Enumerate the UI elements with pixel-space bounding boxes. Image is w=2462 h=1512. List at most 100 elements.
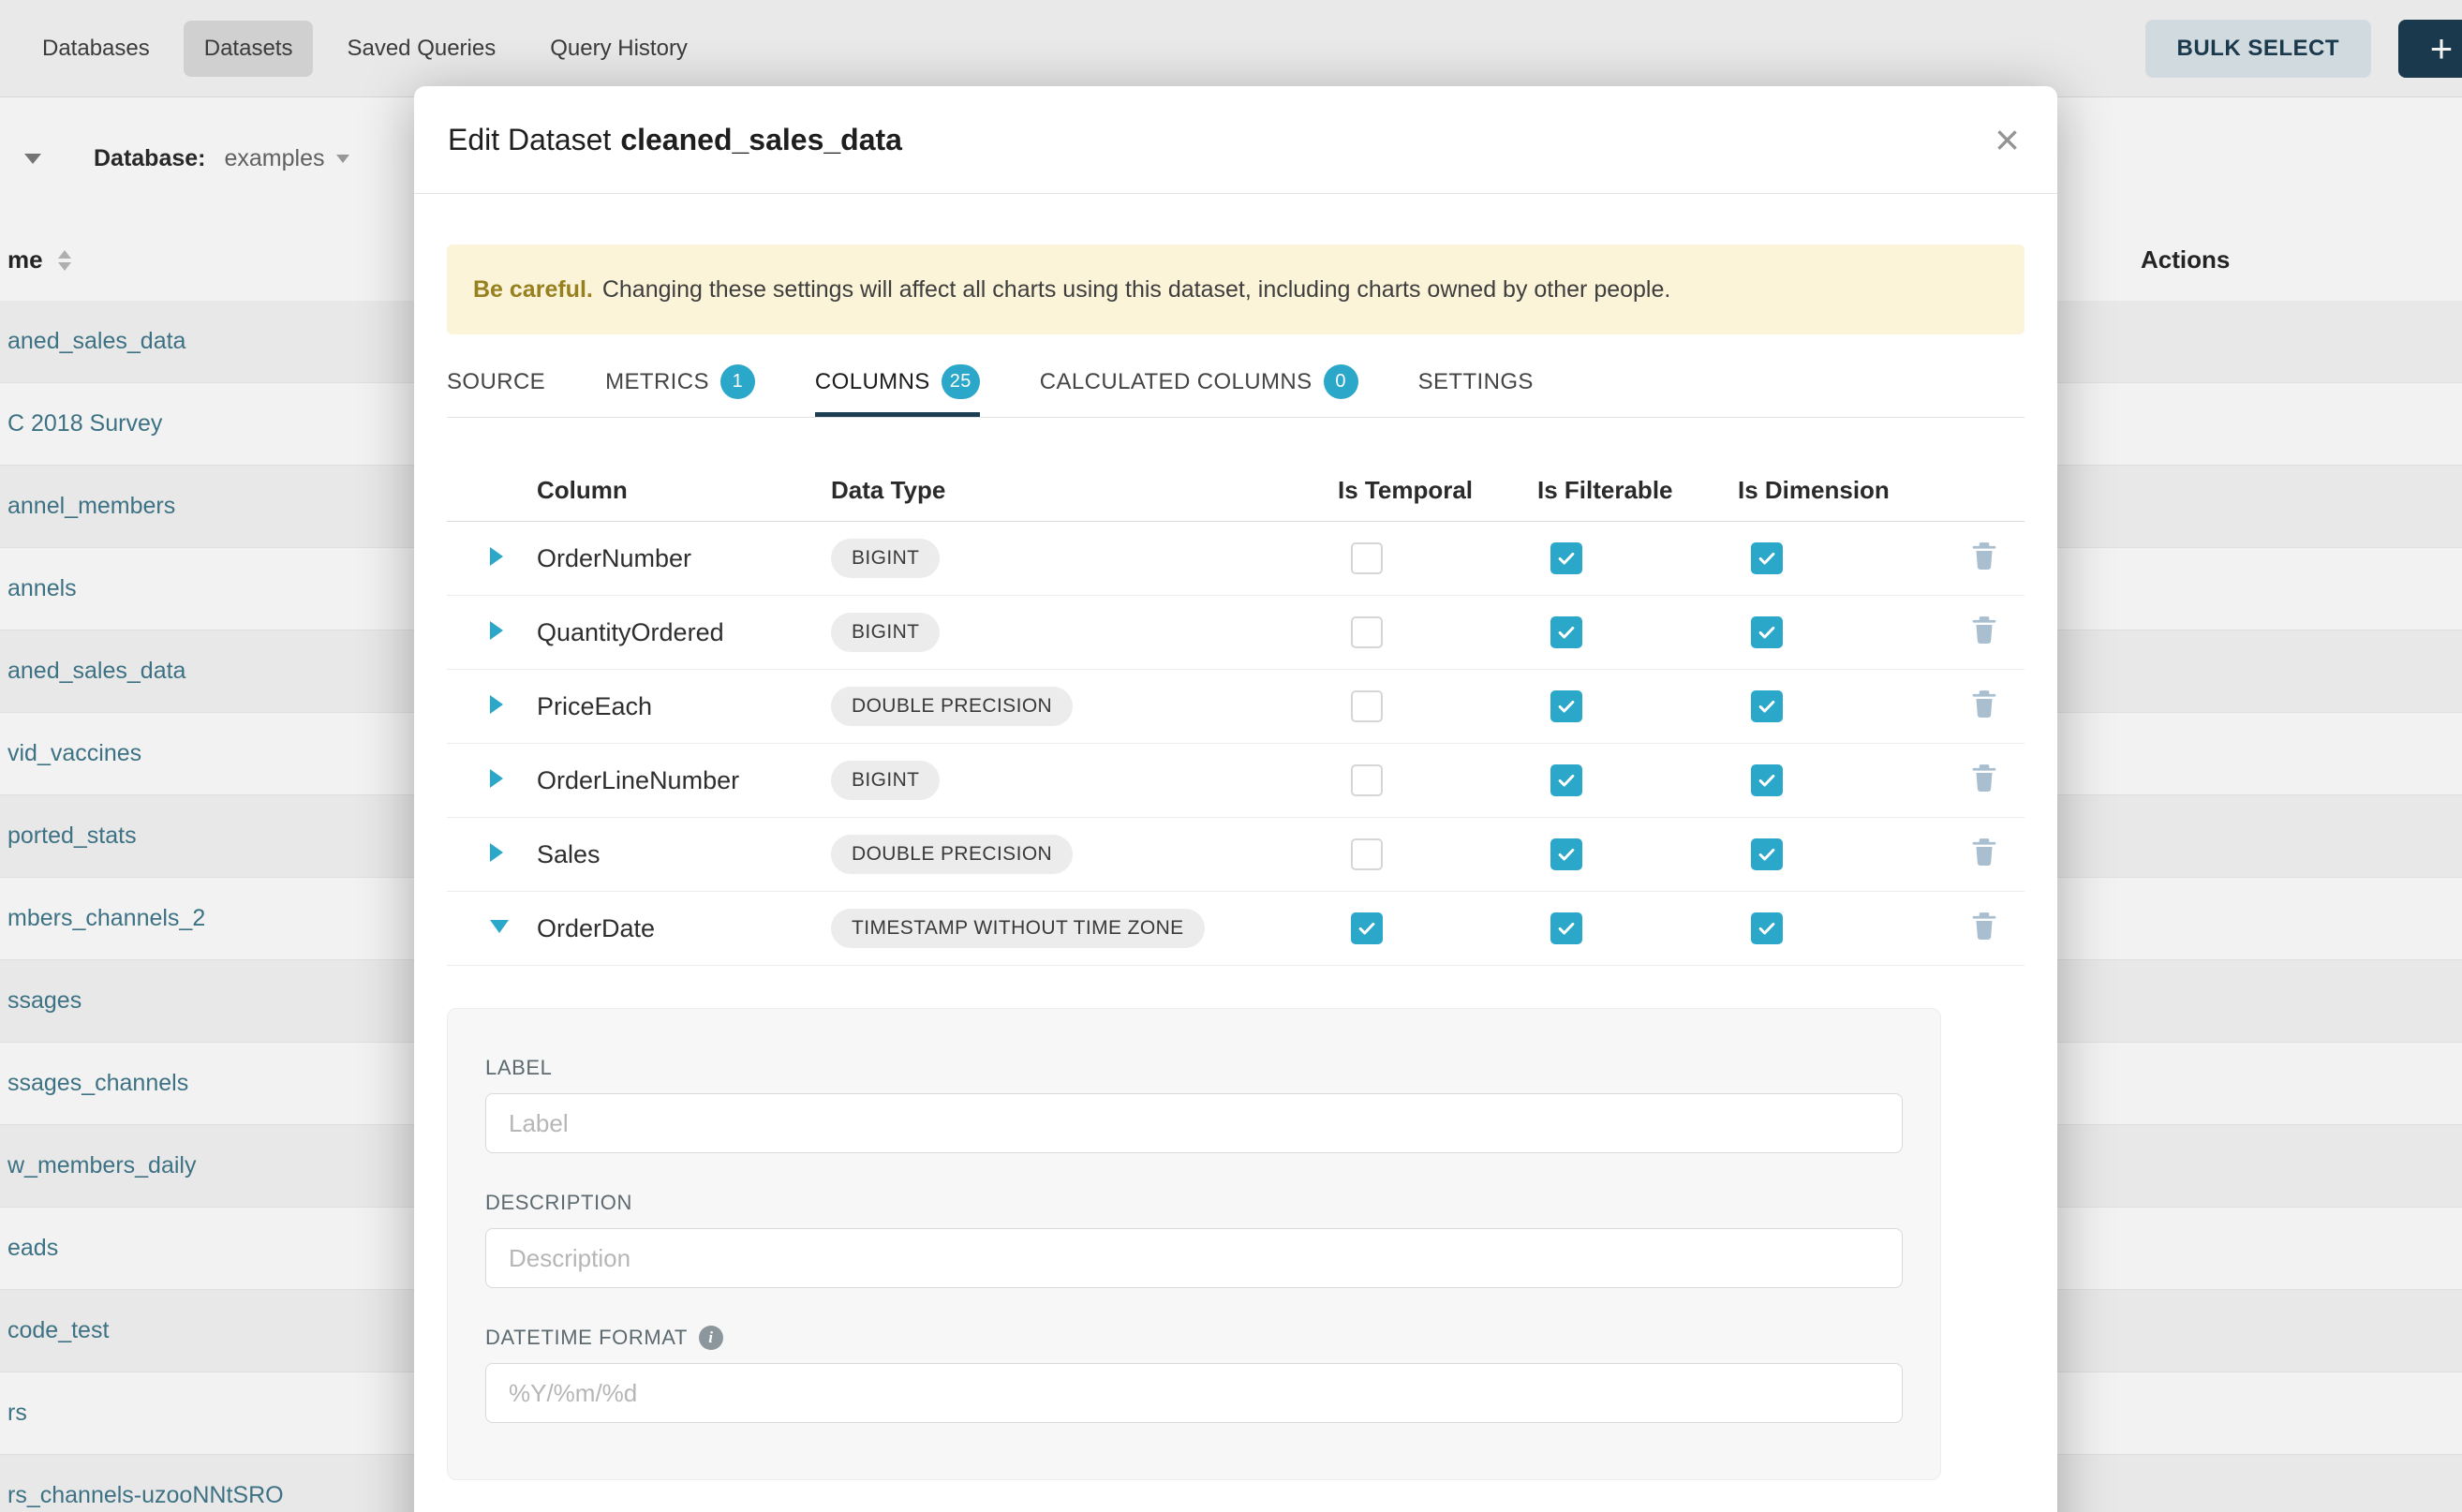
expand-caret-icon[interactable]: [490, 843, 503, 862]
checkmark-icon: [1556, 918, 1577, 939]
is-filterable-cell: [1537, 542, 1738, 574]
tab-metrics[interactable]: METRICS 1: [605, 351, 755, 417]
tab-calculated-columns[interactable]: CALCULATED COLUMNS 0: [1040, 351, 1358, 417]
column-name: Sales: [537, 840, 601, 868]
data-type-cell: BIGINT: [831, 539, 1338, 578]
tab-columns[interactable]: COLUMNS 25: [815, 351, 980, 417]
is-dimension-header: Is Dimension: [1738, 476, 1963, 505]
expand-cell: [447, 695, 537, 719]
is-dimension-cell: [1738, 912, 1963, 944]
is-filterable-checkbox[interactable]: [1550, 542, 1582, 574]
is-dimension-cell: [1738, 838, 1963, 870]
column-name-cell: PriceEach: [537, 692, 831, 721]
data-type-badge: BIGINT: [831, 613, 940, 652]
tab-settings[interactable]: SETTINGS: [1418, 351, 1534, 417]
column-name: OrderLineNumber: [537, 766, 739, 794]
is-filterable-checkbox[interactable]: [1550, 616, 1582, 648]
tab-count-badge: 1: [720, 364, 755, 399]
modal-title: Edit Datasetcleaned_sales_data: [448, 123, 902, 157]
is-filterable-header: Is Filterable: [1537, 476, 1738, 505]
data-type-cell: TIMESTAMP WITHOUT TIME ZONE: [831, 909, 1338, 948]
delete-column-button[interactable]: [1970, 615, 1998, 645]
expand-caret-icon[interactable]: [490, 695, 503, 714]
description-input[interactable]: [485, 1228, 1903, 1288]
is-dimension-checkbox[interactable]: [1751, 912, 1783, 944]
data-type-badge: DOUBLE PRECISION: [831, 687, 1073, 726]
columns-table-header: Column Data Type Is Temporal Is Filterab…: [447, 459, 2024, 522]
trash-icon: [1970, 911, 1998, 941]
is-filterable-cell: [1537, 690, 1738, 722]
delete-column-button[interactable]: [1970, 689, 1998, 719]
delete-column-button[interactable]: [1970, 837, 1998, 867]
is-filterable-checkbox[interactable]: [1550, 690, 1582, 722]
delete-column-button[interactable]: [1970, 911, 1998, 941]
column-name: OrderDate: [537, 914, 655, 942]
expand-cell: [447, 843, 537, 867]
delete-column-button[interactable]: [1970, 541, 1998, 571]
delete-column-button[interactable]: [1970, 763, 1998, 793]
datetime-format-input[interactable]: [485, 1363, 1903, 1423]
checkmark-icon: [1757, 548, 1777, 569]
is-dimension-checkbox[interactable]: [1751, 542, 1783, 574]
is-filterable-checkbox[interactable]: [1550, 838, 1582, 870]
is-filterable-checkbox[interactable]: [1550, 912, 1582, 944]
is-temporal-checkbox[interactable]: [1351, 912, 1383, 944]
is-temporal-checkbox[interactable]: [1351, 542, 1383, 574]
expand-caret-icon[interactable]: [490, 920, 509, 933]
is-dimension-checkbox[interactable]: [1751, 838, 1783, 870]
description-field-group: DESCRIPTION: [485, 1191, 1903, 1288]
warning-banner: Be careful. Changing these settings will…: [447, 245, 2024, 334]
column-header: Column: [537, 476, 831, 505]
trash-icon: [1970, 615, 1998, 645]
expand-caret-icon[interactable]: [490, 547, 503, 566]
tab-label: METRICS: [605, 369, 709, 395]
checkmark-icon: [1757, 696, 1777, 717]
modal-tabs: SOURCE METRICS 1 COLUMNS 25 CALCULATED C…: [447, 351, 2024, 418]
is-temporal-checkbox[interactable]: [1351, 616, 1383, 648]
is-dimension-cell: [1738, 542, 1963, 574]
expand-caret-icon[interactable]: [490, 621, 503, 640]
column-editor-panel: LABEL DESCRIPTION DATETIME FORMAT i: [447, 1008, 1941, 1480]
is-temporal-checkbox[interactable]: [1351, 838, 1383, 870]
datetime-format-field-label: DATETIME FORMAT i: [485, 1326, 1903, 1350]
warning-bold-text: Be careful.: [473, 276, 593, 304]
trash-icon: [1970, 837, 1998, 867]
datetime-format-label-text: DATETIME FORMAT: [485, 1326, 688, 1350]
modal-body: Be careful. Changing these settings will…: [414, 245, 2057, 1480]
checkmark-icon: [1357, 918, 1377, 939]
tab-source[interactable]: SOURCE: [447, 351, 545, 417]
label-field-group: LABEL: [485, 1056, 1903, 1153]
is-temporal-checkbox[interactable]: [1351, 764, 1383, 796]
checkmark-icon: [1556, 548, 1577, 569]
tab-label: CALCULATED COLUMNS: [1040, 369, 1313, 395]
column-name-cell: QuantityOrdered: [537, 618, 831, 647]
trash-icon: [1970, 541, 1998, 571]
is-dimension-checkbox[interactable]: [1751, 690, 1783, 722]
is-temporal-checkbox[interactable]: [1351, 690, 1383, 722]
is-temporal-cell: [1338, 838, 1537, 870]
checkmark-icon: [1757, 918, 1777, 939]
is-filterable-cell: [1537, 764, 1738, 796]
columns-table-body: OrderNumber BIGINT: [447, 522, 2024, 966]
tab-label: SOURCE: [447, 369, 545, 395]
expand-cell: [447, 547, 537, 571]
trash-icon: [1970, 763, 1998, 793]
modal-title-dataset-name: cleaned_sales_data: [620, 123, 902, 156]
is-dimension-checkbox[interactable]: [1751, 764, 1783, 796]
column-name: QuantityOrdered: [537, 618, 724, 646]
expand-caret-icon[interactable]: [490, 769, 503, 788]
checkmark-icon: [1757, 770, 1777, 791]
data-type-cell: BIGINT: [831, 613, 1338, 652]
data-type-badge: BIGINT: [831, 761, 940, 800]
is-dimension-checkbox[interactable]: [1751, 616, 1783, 648]
is-filterable-checkbox[interactable]: [1550, 764, 1582, 796]
is-dimension-cell: [1738, 616, 1963, 648]
column-name-cell: OrderDate: [537, 914, 831, 943]
tab-label: SETTINGS: [1418, 369, 1534, 395]
column-row: QuantityOrdered BIGINT: [447, 596, 2024, 670]
label-input[interactable]: [485, 1093, 1903, 1153]
data-type-cell: BIGINT: [831, 761, 1338, 800]
column-name: PriceEach: [537, 692, 652, 720]
edit-dataset-modal: Edit Datasetcleaned_sales_data × Be care…: [414, 86, 2057, 1512]
close-icon[interactable]: ×: [1995, 118, 2020, 161]
